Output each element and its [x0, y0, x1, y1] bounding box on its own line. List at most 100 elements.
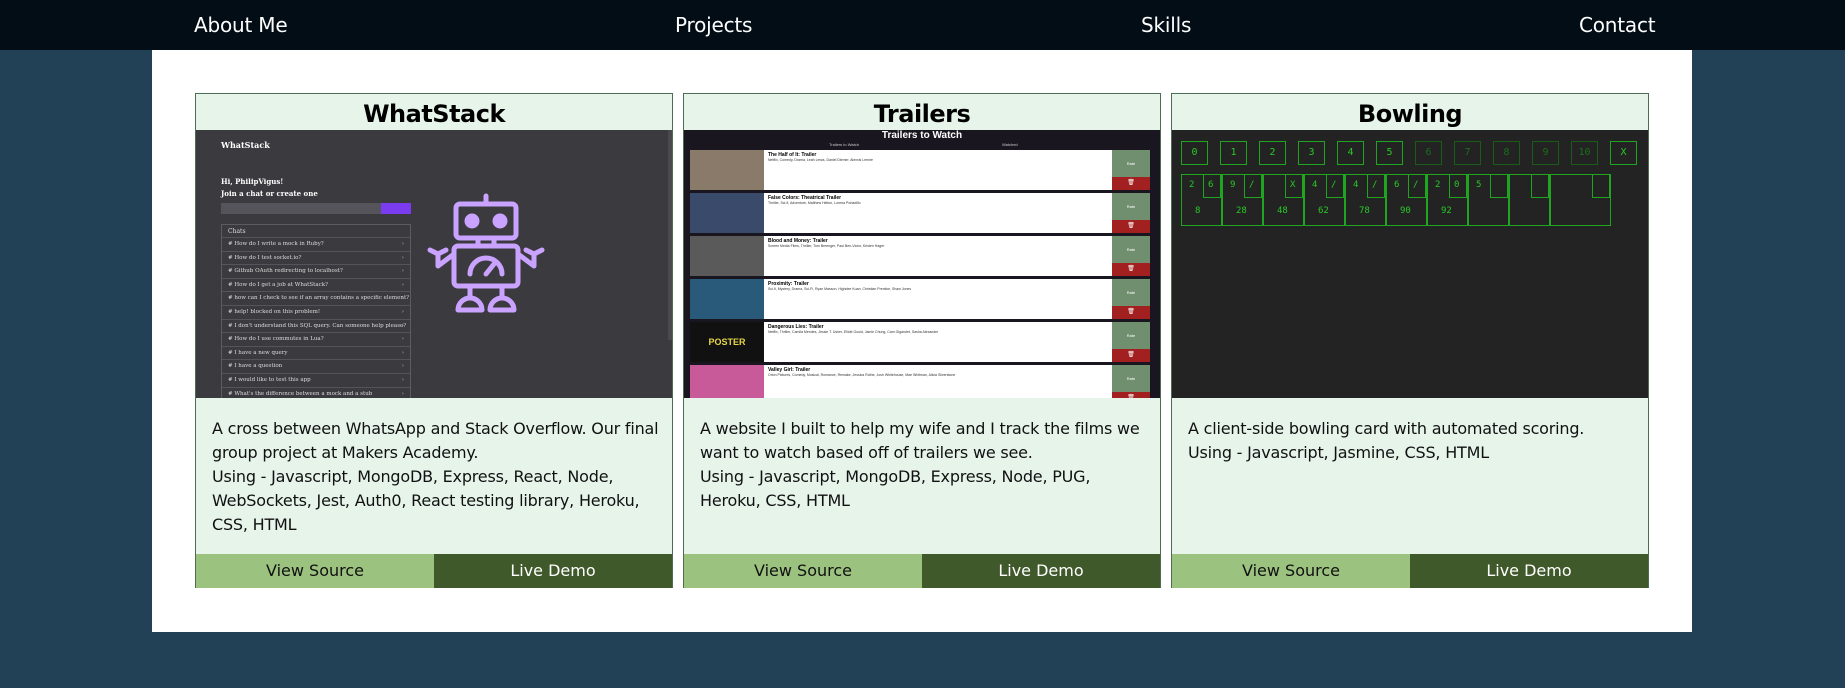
view-source-button[interactable]: View Source [196, 554, 434, 588]
preview-chat-item: # Github OAuth redirecting to localhost? [222, 264, 410, 278]
preview-roll: 9 [1230, 180, 1236, 190]
preview-poster [690, 279, 764, 319]
preview-roll: / [1413, 180, 1419, 190]
trash-icon: 🗑 [1112, 349, 1150, 362]
preview-frame-box [1490, 174, 1508, 198]
live-demo-button[interactable]: Live Demo [922, 554, 1160, 588]
nav-projects[interactable]: Projects [675, 13, 752, 37]
project-tech: Using - Javascript, MongoDB, Express, No… [700, 467, 1091, 510]
preview-chat-item: # I have a question [222, 359, 410, 373]
live-demo-button[interactable]: Live Demo [434, 554, 672, 588]
preview-pin-key: 3 [1298, 141, 1325, 165]
preview-roll: 6 [1208, 180, 1214, 190]
preview-trailer-row: The Half of It: Trailer Netflix, Comedy, … [690, 150, 1150, 190]
preview-pin-key: 2 [1259, 141, 1286, 165]
preview-roll: 6 [1394, 180, 1400, 190]
preview-chat-item: # I would like to test this app [222, 372, 410, 387]
preview-roll: 4 [1312, 180, 1318, 190]
preview-chat-item: # help! blocked on this problem! [222, 304, 410, 319]
preview-pin-key: 9 [1532, 141, 1559, 165]
preview-rate-button: Rate [1112, 236, 1150, 263]
project-description: A website I built to help my wife and I … [700, 417, 1148, 513]
preview-frame-score: 78 [1359, 206, 1370, 216]
preview-pin-key: 5 [1376, 141, 1403, 165]
project-summary: A cross between WhatsApp and Stack Overf… [212, 419, 659, 462]
preview-pin-key: 7 [1454, 141, 1481, 165]
view-source-button[interactable]: View Source [1172, 554, 1410, 588]
preview-trailer-subtitle: Netflix, Comedy, Drama, Leah Lewis, Dani… [768, 158, 873, 162]
preview-heading: Trailers to Watch [881, 130, 963, 141]
preview-frame-score: 90 [1400, 206, 1411, 216]
preview-trailer-subtitle: Thriller, Sci-fi, Adventure, Matthew Hel… [768, 201, 861, 205]
preview-trailer-row: False Colors: Theatrical Trailer Thriller… [690, 193, 1150, 233]
project-card-trailers: Trailers Trailers to Watch Trailers to W… [683, 93, 1161, 588]
preview-trailer-row: Valley Girl: Trailer Orion Pictures, Come… [690, 365, 1150, 398]
preview-roll: / [1331, 180, 1337, 190]
view-source-button[interactable]: View Source [684, 554, 922, 588]
preview-chat-list: Chats # How do I write a mock in Ruby? #… [221, 224, 411, 398]
trash-icon: 🗑 [1112, 177, 1150, 190]
project-card-whatstack: WhatStack WhatStack Hi, PhilipVigus! Joi… [195, 93, 673, 588]
navbar: About Me Projects Skills Contact [0, 0, 1845, 50]
preview-rate-button: Rate [1112, 365, 1150, 392]
preview-roll: X [1290, 180, 1296, 190]
preview-roll: 5 [1476, 180, 1482, 190]
preview-pin-key: 8 [1493, 141, 1520, 165]
project-tech: Using - Javascript, MongoDB, Express, Re… [212, 467, 640, 534]
preview-frame-score: 92 [1441, 206, 1452, 216]
project-screenshot: 0 1 2 3 4 5 6 7 8 9 10 X 2 6 8 9/28 X 48 4/62 4/78 6/90 2 0 92 5 [1172, 130, 1648, 398]
nav-contact[interactable]: Contact [1579, 13, 1656, 37]
preview-trailer-row: POSTER Dangerous Lies: Trailer Netflix, Th… [690, 322, 1150, 362]
preview-scrollbar [668, 130, 672, 340]
nav-about-me[interactable]: About Me [194, 13, 288, 37]
preview-poster [690, 236, 764, 276]
preview-chat-item: # What's the difference between a mock a… [222, 386, 410, 398]
preview-pin-key: 6 [1415, 141, 1442, 165]
preview-trailer-row: Proximity: Trailer Sci-fi, Mystery, Drama… [690, 279, 1150, 319]
preview-tab-to-watch: Trailers to Watch [829, 142, 859, 147]
preview-pin-key: 0 [1181, 141, 1208, 165]
preview-trailer-row: Blood and Money: Trailer Screen Media Fil… [690, 236, 1150, 276]
preview-pin-key: 10 [1571, 141, 1598, 165]
project-description: A client-side bowling card with automate… [1188, 417, 1636, 465]
preview-poster [690, 365, 764, 398]
preview-pin-key: 4 [1337, 141, 1364, 165]
preview-add-button [381, 203, 411, 214]
trash-icon: 🗑 [1112, 220, 1150, 233]
preview-chat-item: # How do I get a job at WhatStack? [222, 277, 410, 291]
preview-trailer-subtitle: Screen Media Films, Thriller, Tom Bereng… [768, 244, 885, 248]
project-title: Bowling [1357, 100, 1463, 128]
project-title: WhatStack [363, 100, 505, 128]
project-screenshot: Trailers to Watch Trailers to Watch Watc… [684, 130, 1160, 398]
preview-chat-input [221, 203, 381, 214]
preview-roll: 0 [1454, 180, 1460, 190]
preview-list-header: Chats [228, 228, 246, 235]
preview-trailer-subtitle: Netflix, Thriller, Camila Mendes, Jessie… [768, 330, 939, 334]
preview-rate-button: Rate [1112, 150, 1150, 177]
preview-pin-key: 1 [1220, 141, 1247, 165]
project-summary: A client-side bowling card with automate… [1188, 419, 1585, 438]
preview-rate-button: Rate [1112, 322, 1150, 349]
trash-icon: 🗑 [1112, 263, 1150, 276]
preview-rate-button: Rate [1112, 193, 1150, 220]
preview-trailer-subtitle: Orion Pictures, Comedy, Musical, Romance… [768, 373, 956, 377]
preview-pin-key: X [1610, 141, 1637, 165]
live-demo-button[interactable]: Live Demo [1410, 554, 1648, 588]
project-summary: A website I built to help my wife and I … [700, 419, 1140, 462]
preview-subgreeting: Join a chat or create one [221, 189, 318, 198]
robot-icon [427, 193, 545, 313]
trash-icon: 🗑 [1112, 306, 1150, 319]
project-description: A cross between WhatsApp and Stack Overf… [212, 417, 660, 537]
preview-frame-score: 28 [1236, 206, 1247, 216]
preview-roll: 2 [1189, 180, 1195, 190]
preview-roll: / [1249, 180, 1255, 190]
preview-trailer-subtitle: Sci-fi, Mystery, Drama, Sci-Fi, Ryan Mas… [768, 287, 912, 291]
preview-chat-item: # I have a new query [222, 345, 410, 359]
nav-skills[interactable]: Skills [1141, 13, 1191, 37]
preview-tab-watched: Watched [1002, 142, 1018, 147]
preview-poster [690, 150, 764, 190]
preview-frame-box [1592, 174, 1610, 198]
preview-greeting: Hi, PhilipVigus! [221, 177, 284, 186]
project-screenshot: WhatStack Hi, PhilipVigus! Join a chat o… [196, 130, 672, 398]
preview-roll: 4 [1353, 180, 1359, 190]
